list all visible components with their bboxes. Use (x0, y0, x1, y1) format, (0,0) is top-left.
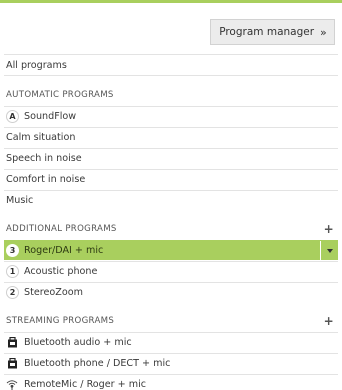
program-badge: 2 (6, 286, 19, 299)
program-label: Acoustic phone (24, 266, 98, 277)
program-item-stereozoom[interactable]: 2 StereoZoom (4, 282, 338, 302)
program-label: Speech in noise (6, 153, 82, 164)
program-label: Calm situation (6, 132, 76, 143)
program-label: Comfort in noise (6, 174, 86, 185)
program-options-dropdown[interactable] (320, 241, 338, 260)
streaming-programs-header: STREAMING PROGRAMS + (4, 310, 338, 332)
add-additional-program-icon[interactable]: + (324, 222, 338, 236)
program-item-bluetooth-audio[interactable]: Bluetooth audio + mic (4, 332, 338, 352)
additional-programs-title: ADDITIONAL PROGRAMS (6, 224, 117, 234)
program-item-remotemic-roger[interactable]: RemoteMic / Roger + mic (4, 374, 338, 390)
program-label: Bluetooth phone / DECT + mic (24, 358, 171, 369)
automatic-programs-header: AUTOMATIC PROGRAMS (4, 84, 338, 106)
double-chevron-right-icon: » (320, 25, 327, 39)
program-manager-button[interactable]: Program manager » (210, 19, 335, 45)
additional-programs-header: ADDITIONAL PROGRAMS + (4, 218, 338, 240)
bluetooth-device-icon (6, 358, 18, 370)
wireless-mic-icon (6, 379, 18, 390)
program-label: RemoteMic / Roger + mic (24, 379, 147, 390)
chevron-down-icon (326, 248, 333, 253)
program-item-acoustic-phone[interactable]: 1 Acoustic phone (4, 261, 338, 281)
all-programs-label: All programs (6, 59, 67, 71)
program-item-speech-in-noise[interactable]: Speech in noise (4, 148, 338, 168)
program-label: Music (6, 195, 34, 206)
program-item-roger-dai[interactable]: 3 Roger/DAI + mic (4, 240, 338, 260)
program-list-panel: All programs AUTOMATIC PROGRAMS A SoundF… (0, 54, 342, 390)
program-badge: A (6, 110, 19, 123)
top-accent-bar (0, 0, 342, 3)
program-label: Bluetooth audio + mic (24, 337, 132, 348)
bluetooth-device-icon (6, 337, 18, 349)
program-manager-label: Program manager (219, 26, 315, 38)
program-badge: 1 (6, 265, 19, 278)
automatic-programs-title: AUTOMATIC PROGRAMS (6, 90, 114, 100)
add-streaming-program-icon[interactable]: + (324, 314, 338, 328)
streaming-programs-title: STREAMING PROGRAMS (6, 316, 115, 326)
program-item-calm-situation[interactable]: Calm situation (4, 127, 338, 147)
program-label: StereoZoom (24, 287, 83, 298)
program-item-comfort-in-noise[interactable]: Comfort in noise (4, 169, 338, 189)
program-label: SoundFlow (24, 111, 77, 122)
program-badge: 3 (6, 244, 19, 257)
program-item-soundflow[interactable]: A SoundFlow (4, 106, 338, 126)
all-programs-item[interactable]: All programs (4, 54, 338, 76)
program-label: Roger/DAI + mic (24, 245, 104, 256)
program-item-bluetooth-phone-dect[interactable]: Bluetooth phone / DECT + mic (4, 353, 338, 373)
program-item-music[interactable]: Music (4, 190, 338, 210)
